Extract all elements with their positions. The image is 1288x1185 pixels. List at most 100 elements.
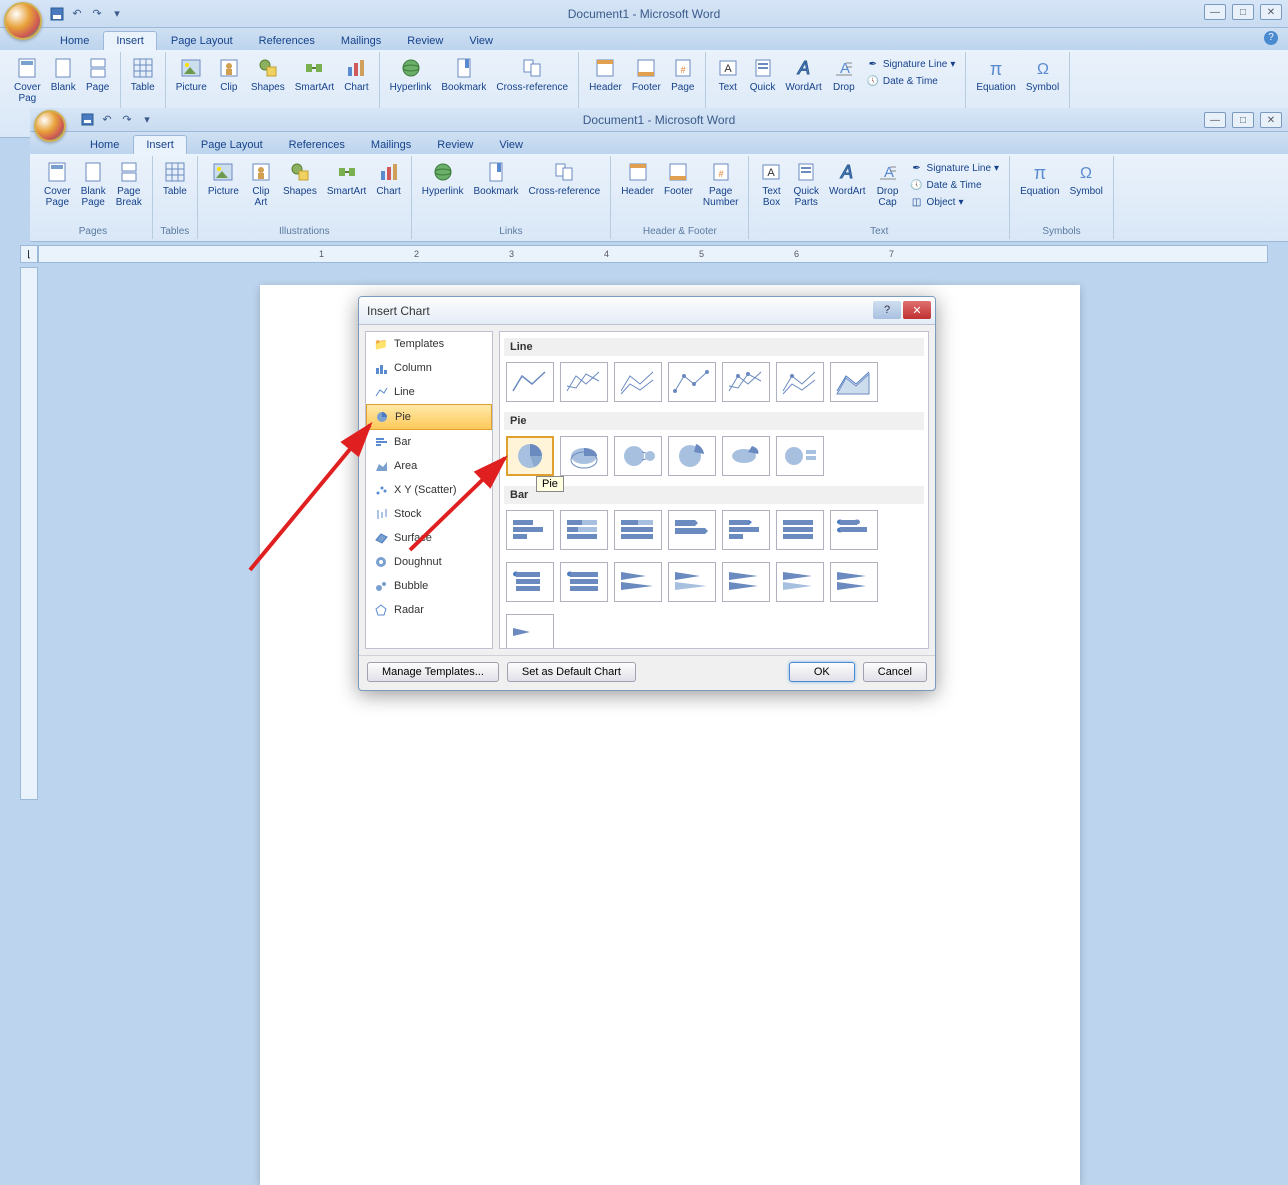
tab-home-inner[interactable]: Home [78, 136, 131, 154]
page-break-btn-inner[interactable]: PageBreak [112, 158, 146, 225]
category-templates[interactable]: 📁Templates [366, 332, 492, 356]
bar-chart-thumb-1[interactable] [506, 510, 554, 550]
maximize-inner[interactable]: □ [1232, 112, 1254, 128]
bar-chart-thumb-5[interactable] [722, 510, 770, 550]
pie-chart-thumb-4[interactable] [668, 436, 716, 476]
table-btn-inner[interactable]: Table [159, 158, 191, 225]
cross-ref-btn-inner[interactable]: Cross-reference [524, 158, 604, 225]
redo-icon-inner[interactable]: ↷ [118, 111, 136, 129]
category-surface[interactable]: Surface [366, 526, 492, 550]
office-button[interactable] [4, 2, 42, 40]
bar-chart-thumb-12[interactable] [722, 562, 770, 602]
pie-chart-thumb-6[interactable] [776, 436, 824, 476]
bar-chart-thumb-3[interactable] [614, 510, 662, 550]
text-box-btn-inner[interactable]: ATextBox [755, 158, 787, 225]
bar-chart-thumb-13[interactable] [776, 562, 824, 602]
pie-chart-thumb-2[interactable] [560, 436, 608, 476]
equation-btn-inner[interactable]: πEquation [1016, 158, 1063, 225]
pie-chart-thumb-1[interactable]: Pie [506, 436, 554, 476]
line-chart-thumb-7[interactable] [830, 362, 878, 402]
category-bar[interactable]: Bar [366, 430, 492, 454]
footer-btn-inner[interactable]: Footer [660, 158, 697, 225]
page-number-btn-inner[interactable]: #PageNumber [699, 158, 743, 225]
maximize-button[interactable]: □ [1232, 4, 1254, 20]
undo-icon-inner[interactable]: ↶ [98, 111, 116, 129]
vertical-ruler[interactable] [20, 267, 38, 800]
dialog-titlebar[interactable]: Insert Chart ? ✕ [359, 297, 935, 325]
redo-icon[interactable]: ↷ [88, 5, 106, 23]
bar-chart-thumb-8[interactable] [506, 562, 554, 602]
datetime-btn-inner[interactable]: 🕔Date & Time [908, 177, 1002, 193]
dialog-help-button[interactable]: ? [873, 301, 901, 319]
tab-page-layout[interactable]: Page Layout [159, 32, 245, 50]
undo-icon[interactable]: ↶ [68, 5, 86, 23]
symbol-btn-inner[interactable]: ΩSymbol [1066, 158, 1107, 225]
help-icon[interactable]: ? [1264, 31, 1278, 45]
bar-chart-thumb-6[interactable] [776, 510, 824, 550]
line-chart-thumb-4[interactable] [668, 362, 716, 402]
office-button-inner[interactable] [34, 110, 66, 142]
category-pie[interactable]: Pie [366, 404, 492, 430]
blank-page-btn-inner[interactable]: BlankPage [77, 158, 110, 225]
minimize-inner[interactable]: — [1204, 112, 1226, 128]
tab-review[interactable]: Review [395, 32, 455, 50]
category-column[interactable]: Column [366, 356, 492, 380]
horizontal-ruler[interactable]: 1 2 3 4 5 6 7 [38, 245, 1268, 263]
category-radar[interactable]: Radar [366, 598, 492, 622]
hyperlink-btn-inner[interactable]: Hyperlink [418, 158, 468, 225]
pie-chart-thumb-5[interactable] [722, 436, 770, 476]
save-icon-inner[interactable] [78, 111, 96, 129]
bar-chart-thumb-2[interactable] [560, 510, 608, 550]
qat-dropdown-icon[interactable]: ▾ [108, 5, 126, 23]
tab-view[interactable]: View [457, 32, 505, 50]
tab-references-inner[interactable]: References [277, 136, 357, 154]
object-btn-inner[interactable]: ◫Object ▾ [908, 194, 1002, 210]
chart-gallery[interactable]: Line Pie Pie [499, 331, 929, 649]
category-stock[interactable]: Stock [366, 502, 492, 526]
bar-chart-thumb-15[interactable] [506, 614, 554, 649]
close-inner[interactable]: ✕ [1260, 112, 1282, 128]
bar-chart-thumb-11[interactable] [668, 562, 716, 602]
wordart-btn-inner[interactable]: AWordArt [825, 158, 870, 225]
dialog-close-button[interactable]: ✕ [903, 301, 931, 319]
cancel-button[interactable]: Cancel [863, 662, 927, 682]
tab-view-inner[interactable]: View [487, 136, 535, 154]
set-default-chart-button[interactable]: Set as Default Chart [507, 662, 636, 682]
signature-line-button[interactable]: ✒Signature Line ▾ [864, 56, 958, 72]
category-line[interactable]: Line [366, 380, 492, 404]
drop-cap-btn-inner[interactable]: ADropCap [872, 158, 904, 225]
bar-chart-thumb-10[interactable] [614, 562, 662, 602]
clip-art-btn-inner[interactable]: ClipArt [245, 158, 277, 225]
category-xy-scatter[interactable]: X Y (Scatter) [366, 478, 492, 502]
bar-chart-thumb-7[interactable] [830, 510, 878, 550]
header-btn-inner[interactable]: Header [617, 158, 658, 225]
quick-parts-btn-inner[interactable]: QuickParts [789, 158, 823, 225]
category-area[interactable]: Area [366, 454, 492, 478]
qat-dropdown-inner[interactable]: ▾ [138, 111, 156, 129]
close-button[interactable]: ✕ [1260, 4, 1282, 20]
tab-mailings[interactable]: Mailings [329, 32, 393, 50]
line-chart-thumb-1[interactable] [506, 362, 554, 402]
bar-chart-thumb-9[interactable] [560, 562, 608, 602]
chart-btn-inner[interactable]: Chart [372, 158, 404, 225]
ruler-corner[interactable]: ⌊ [20, 245, 38, 263]
smartart-btn-inner[interactable]: SmartArt [323, 158, 370, 225]
minimize-button[interactable]: — [1204, 4, 1226, 20]
category-bubble[interactable]: Bubble [366, 574, 492, 598]
ok-button[interactable]: OK [789, 662, 855, 682]
tab-review-inner[interactable]: Review [425, 136, 485, 154]
category-doughnut[interactable]: Doughnut [366, 550, 492, 574]
bar-chart-thumb-14[interactable] [830, 562, 878, 602]
tab-insert-inner[interactable]: Insert [133, 135, 187, 154]
save-icon[interactable] [48, 5, 66, 23]
tab-mailings-inner[interactable]: Mailings [359, 136, 423, 154]
shapes-btn-inner[interactable]: Shapes [279, 158, 321, 225]
signature-btn-inner[interactable]: ✒Signature Line ▾ [908, 160, 1002, 176]
manage-templates-button[interactable]: Manage Templates... [367, 662, 499, 682]
cover-page-btn-inner[interactable]: CoverPage [40, 158, 75, 225]
date-time-button[interactable]: 🕔Date & Time [864, 73, 958, 89]
line-chart-thumb-2[interactable] [560, 362, 608, 402]
line-chart-thumb-6[interactable] [776, 362, 824, 402]
bar-chart-thumb-4[interactable] [668, 510, 716, 550]
tab-insert[interactable]: Insert [103, 31, 157, 50]
